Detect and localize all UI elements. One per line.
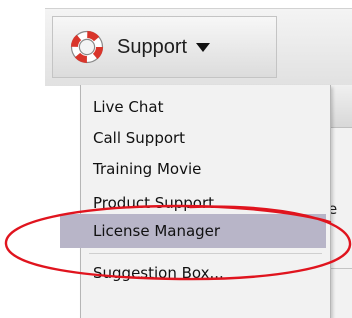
background-divider: [331, 268, 352, 269]
menu-item-label: Suggestion Box...: [93, 264, 224, 282]
menu-item-license-manager[interactable]: License Manager: [60, 214, 326, 248]
menu-item-live-chat[interactable]: Live Chat: [82, 91, 330, 123]
menu-item-label: Product Support: [93, 193, 215, 212]
support-dropdown-menu: Live Chat Call Support Training Movie Pr…: [60, 85, 331, 318]
menu-item-product-support[interactable]: Product Support: [82, 185, 330, 214]
support-menu-button[interactable]: Support: [52, 16, 277, 78]
menu-separator: [89, 253, 322, 254]
background-header: [331, 85, 352, 128]
menu-item-label: Live Chat: [93, 98, 164, 116]
support-label: Support: [117, 35, 188, 58]
lifebuoy-icon: [70, 30, 104, 64]
menu-item-suggestion-box[interactable]: Suggestion Box...: [82, 257, 330, 289]
menu-item-label: Training Movie: [93, 160, 202, 178]
menu-item-label: Call Support: [93, 129, 186, 147]
menu-item-label: License Manager: [93, 222, 221, 240]
menu-item-call-support[interactable]: Call Support: [82, 122, 330, 154]
caret-down-icon: [196, 42, 211, 52]
menu-item-training-movie[interactable]: Training Movie: [82, 153, 330, 185]
